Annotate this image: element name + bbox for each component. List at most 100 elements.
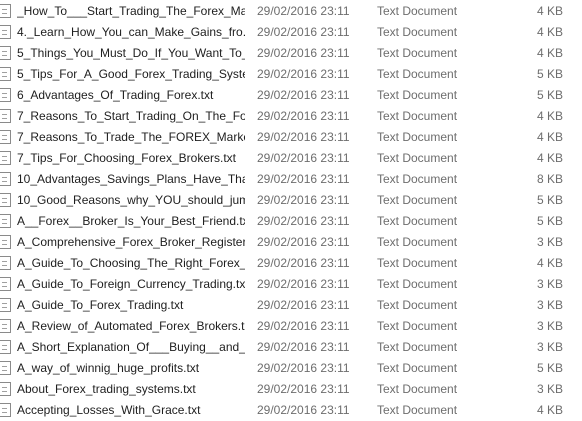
file-date-modified: 29/02/2016 23:11	[257, 235, 350, 249]
file-date-modified: 29/02/2016 23:11	[257, 382, 350, 396]
file-row[interactable]: 7_Reasons_To_Trade_The_FOREX_Market.... 2…	[0, 127, 582, 148]
text-document-icon	[0, 256, 11, 270]
file-size: 4 KB	[536, 25, 563, 39]
file-type: Text Document	[377, 130, 458, 144]
file-row[interactable]: About_Forex_trading_systems.txt 29/02/201…	[0, 379, 582, 400]
file-type: Text Document	[377, 256, 458, 270]
text-document-icon	[0, 382, 11, 396]
file-type: Text Document	[377, 46, 458, 60]
file-row[interactable]: 6_Advantages_Of_Trading_Forex.txt 29/02/2…	[0, 85, 582, 106]
file-name: 7_Reasons_To_Trade_The_FOREX_Market....	[17, 130, 245, 144]
file-name: 10_Good_Reasons_why_YOU_should_jum...	[17, 193, 245, 207]
file-date-modified: 29/02/2016 23:11	[257, 277, 350, 291]
text-document-icon	[0, 130, 11, 144]
file-name: A_Short_Explanation_Of___Buying__and__..…	[17, 340, 245, 354]
file-row[interactable]: 7_Reasons_To_Start_Trading_On_The_For...…	[0, 106, 582, 127]
file-row[interactable]: 5_Things_You_Must_Do_If_You_Want_To_... 2…	[0, 43, 582, 64]
file-name: 10_Advantages_Savings_Plans_Have_Tha...	[17, 172, 245, 186]
file-date-modified: 29/02/2016 23:11	[257, 340, 350, 354]
file-type: Text Document	[377, 172, 458, 186]
file-size: 8 KB	[536, 172, 563, 186]
file-name: A_Review_of_Automated_Forex_Brokers.txt	[17, 319, 245, 333]
file-name: A_Guide_To_Foreign_Currency_Trading.txt	[17, 277, 245, 291]
text-document-icon	[0, 151, 11, 165]
file-row[interactable]: _How_To___Start_Trading_The_Forex_Mar...…	[0, 1, 582, 22]
file-size: 4 KB	[536, 109, 563, 123]
file-date-modified: 29/02/2016 23:11	[257, 214, 350, 228]
file-size: 3 KB	[536, 298, 563, 312]
file-size: 3 KB	[536, 235, 563, 249]
file-date-modified: 29/02/2016 23:11	[257, 67, 350, 81]
file-type: Text Document	[377, 4, 458, 18]
file-name: Accepting_Losses_With_Grace.txt	[17, 403, 201, 417]
text-document-icon	[0, 172, 11, 186]
file-row[interactable]: A_way_of_winnig_huge_profits.txt 29/02/20…	[0, 358, 582, 379]
file-row[interactable]: 10_Good_Reasons_why_YOU_should_jum... 29/…	[0, 190, 582, 211]
file-row[interactable]: A__Forex__Broker_Is_Your_Best_Friend.txt…	[0, 211, 582, 232]
file-name: A__Forex__Broker_Is_Your_Best_Friend.txt	[17, 214, 245, 228]
text-document-icon	[0, 25, 11, 39]
file-name: 5_Tips_For_A_Good_Forex_Trading_Syste...	[17, 67, 245, 81]
file-size: 5 KB	[536, 193, 563, 207]
file-date-modified: 29/02/2016 23:11	[257, 151, 350, 165]
text-document-icon	[0, 403, 11, 417]
file-name: 5_Things_You_Must_Do_If_You_Want_To_...	[17, 46, 245, 60]
file-size: 5 KB	[536, 361, 563, 375]
file-type: Text Document	[377, 319, 458, 333]
text-document-icon	[0, 109, 11, 123]
text-document-icon	[0, 67, 11, 81]
file-type: Text Document	[377, 88, 458, 102]
file-type: Text Document	[377, 214, 458, 228]
file-date-modified: 29/02/2016 23:11	[257, 319, 350, 333]
file-date-modified: 29/02/2016 23:11	[257, 403, 350, 417]
file-size: 4 KB	[536, 403, 563, 417]
file-date-modified: 29/02/2016 23:11	[257, 361, 350, 375]
file-name: A_Guide_To_Forex_Trading.txt	[17, 298, 184, 312]
file-date-modified: 29/02/2016 23:11	[257, 193, 350, 207]
file-size: 4 KB	[536, 151, 563, 165]
file-type: Text Document	[377, 67, 458, 81]
file-type: Text Document	[377, 340, 458, 354]
file-name: A_Comprehensive_Forex_Broker_Register...	[17, 235, 245, 249]
text-document-icon	[0, 235, 11, 249]
file-date-modified: 29/02/2016 23:11	[257, 46, 350, 60]
file-row[interactable]: 10_Advantages_Savings_Plans_Have_Tha... 2…	[0, 169, 582, 190]
file-name: 6_Advantages_Of_Trading_Forex.txt	[17, 88, 214, 102]
file-row[interactable]: A_Guide_To_Forex_Trading.txt 29/02/2016 2…	[0, 295, 582, 316]
file-row[interactable]: Accepting_Losses_With_Grace.txt 29/02/201…	[0, 400, 582, 421]
file-row[interactable]: A_Guide_To_Choosing_The_Right_Forex_... 2…	[0, 253, 582, 274]
file-type: Text Document	[377, 25, 458, 39]
file-row[interactable]: A_Comprehensive_Forex_Broker_Register...…	[0, 232, 582, 253]
file-type: Text Document	[377, 382, 458, 396]
file-row[interactable]: A_Review_of_Automated_Forex_Brokers.txt 2…	[0, 316, 582, 337]
file-name: 4._Learn_How_You_can_Make_Gains_fro...	[17, 25, 245, 39]
text-document-icon	[0, 193, 11, 207]
file-row[interactable]: A_Short_Explanation_Of___Buying__and__..…	[0, 337, 582, 358]
text-document-icon	[0, 4, 11, 18]
file-date-modified: 29/02/2016 23:11	[257, 172, 350, 186]
file-row[interactable]: 5_Tips_For_A_Good_Forex_Trading_Syste...…	[0, 64, 582, 85]
file-date-modified: 29/02/2016 23:11	[257, 109, 350, 123]
file-type: Text Document	[377, 235, 458, 249]
file-size: 4 KB	[536, 4, 563, 18]
file-type: Text Document	[377, 277, 458, 291]
text-document-icon	[0, 277, 11, 291]
file-size: 5 KB	[536, 88, 563, 102]
file-type: Text Document	[377, 403, 458, 417]
text-document-icon	[0, 298, 11, 312]
file-row[interactable]: 4._Learn_How_You_can_Make_Gains_fro... 29…	[0, 22, 582, 43]
file-size: 3 KB	[536, 340, 563, 354]
file-date-modified: 29/02/2016 23:11	[257, 25, 350, 39]
file-name: About_Forex_trading_systems.txt	[17, 382, 196, 396]
text-document-icon	[0, 88, 11, 102]
file-name: A_Guide_To_Choosing_The_Right_Forex_...	[17, 256, 245, 270]
text-document-icon	[0, 46, 11, 60]
text-document-icon	[0, 361, 11, 375]
file-size: 3 KB	[536, 319, 563, 333]
file-row[interactable]: 7_Tips_For_Choosing_Forex_Brokers.txt 29/…	[0, 148, 582, 169]
file-type: Text Document	[377, 361, 458, 375]
file-date-modified: 29/02/2016 23:11	[257, 88, 350, 102]
file-name: A_way_of_winnig_huge_profits.txt	[17, 361, 200, 375]
file-type: Text Document	[377, 193, 458, 207]
file-row[interactable]: A_Guide_To_Foreign_Currency_Trading.txt 2…	[0, 274, 582, 295]
